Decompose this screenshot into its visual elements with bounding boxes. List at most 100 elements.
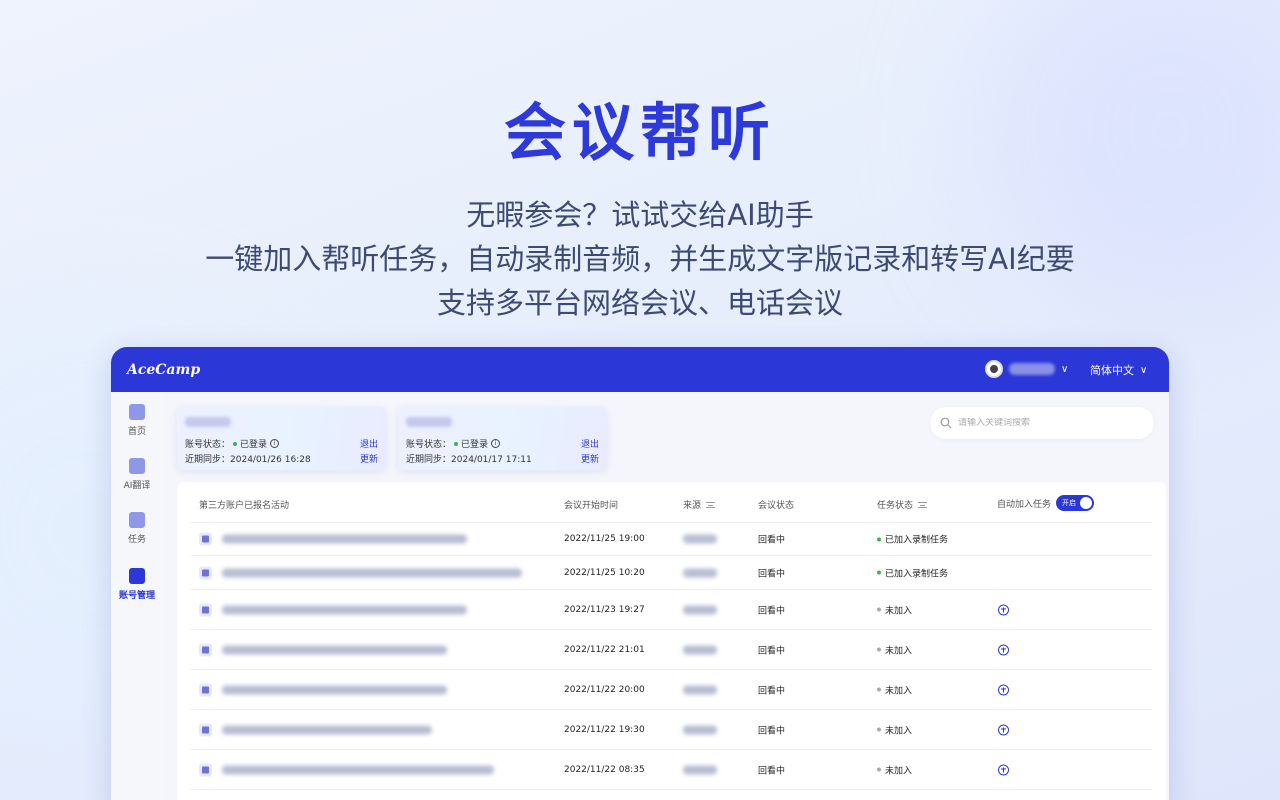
hero-title: 会议帮听 bbox=[503, 96, 776, 169]
source-cell bbox=[683, 725, 717, 734]
ai-translate-icon bbox=[129, 458, 145, 474]
event-title-blurred bbox=[222, 725, 432, 734]
hero-subtitle-line-1: 无暇参会？试试交给AI助手 bbox=[466, 198, 814, 232]
info-icon[interactable]: i bbox=[270, 439, 280, 448]
event-title-blurred bbox=[222, 685, 447, 694]
add-task-button[interactable] bbox=[998, 724, 1009, 735]
main-content: 账号状态： 已登录 i 近期同步：2024/01/26 16:28 退出 更新 … bbox=[163, 392, 1169, 800]
sync-time: 2024/01/26 16:28 bbox=[230, 455, 311, 465]
chevron-down-icon: ∨ bbox=[1140, 364, 1148, 376]
add-task-button[interactable] bbox=[998, 644, 1009, 655]
event-icon bbox=[199, 643, 212, 656]
add-task-button[interactable] bbox=[998, 604, 1009, 615]
status-dot bbox=[877, 607, 881, 612]
user-menu[interactable]: ∨ bbox=[985, 360, 1068, 378]
event-cell[interactable] bbox=[199, 723, 432, 736]
meeting-status-cell: 回看中 bbox=[758, 686, 786, 696]
status-dot bbox=[877, 537, 881, 541]
sidebar: 首页 AI翻译 任务 账号管理 bbox=[111, 392, 163, 800]
sidebar-item-label: 账号管理 bbox=[118, 591, 155, 601]
add-task-button[interactable] bbox=[998, 684, 1009, 695]
source-cell bbox=[683, 534, 717, 544]
hero-subtitle-line-3: 支持多平台网络会议、电话会议 bbox=[436, 286, 843, 320]
status-dot bbox=[454, 441, 459, 446]
task-status-cell: 未加入 bbox=[877, 723, 912, 736]
status-dot bbox=[877, 647, 881, 652]
task-status-cell: 未加入 bbox=[877, 643, 912, 656]
start-time-cell: 2022/11/22 08:35 bbox=[564, 764, 645, 775]
event-cell[interactable] bbox=[199, 763, 494, 776]
task-status-cell: 未加入 bbox=[877, 683, 912, 696]
language-label: 简体中文 bbox=[1090, 364, 1134, 377]
source-cell bbox=[683, 765, 717, 774]
meeting-status-cell: 回看中 bbox=[758, 646, 786, 656]
start-time-cell: 2022/11/22 21:01 bbox=[564, 644, 645, 655]
update-link[interactable]: 更新 bbox=[581, 452, 599, 465]
column-header-task-status[interactable]: 任务状态 bbox=[877, 498, 928, 511]
language-selector[interactable]: 简体中文 ∨ bbox=[1090, 362, 1147, 378]
task-status-text: 未加入 bbox=[885, 766, 913, 776]
events-table: 第三方账户已报名活动 会议开始时间 来源 会议状态 任务状态 自动加入任务 开启… bbox=[177, 482, 1166, 800]
update-link[interactable]: 更新 bbox=[360, 452, 378, 465]
source-cell bbox=[683, 568, 717, 577]
column-header-source[interactable]: 来源 bbox=[683, 498, 716, 511]
event-cell[interactable] bbox=[199, 683, 447, 696]
task-status-text: 已加入录制任务 bbox=[885, 569, 949, 579]
search-input[interactable] bbox=[958, 418, 1138, 428]
column-header-event: 第三方账户已报名活动 bbox=[199, 501, 290, 511]
filter-icon[interactable] bbox=[706, 501, 716, 508]
start-time-cell: 2022/11/25 19:00 bbox=[564, 534, 645, 544]
status-dot bbox=[877, 687, 881, 692]
task-status-text: 未加入 bbox=[885, 646, 913, 656]
event-title-blurred bbox=[222, 645, 447, 654]
sidebar-item-account-management[interactable]: 账号管理 bbox=[111, 568, 163, 601]
auto-join-toggle[interactable]: 开启 bbox=[1056, 495, 1095, 511]
task-status-cell: 未加入 bbox=[877, 603, 912, 616]
start-time-cell: 2022/11/23 19:27 bbox=[564, 604, 645, 615]
event-cell[interactable] bbox=[199, 643, 447, 656]
search-icon bbox=[940, 417, 952, 429]
event-cell[interactable] bbox=[199, 603, 467, 616]
task-status-text: 已加入录制任务 bbox=[885, 535, 949, 546]
add-task-button[interactable] bbox=[998, 764, 1009, 775]
plus-circle-icon bbox=[998, 724, 1009, 735]
filter-icon[interactable] bbox=[918, 501, 928, 508]
meeting-status-cell: 回看中 bbox=[758, 606, 786, 616]
plus-circle-icon bbox=[998, 764, 1009, 775]
event-icon bbox=[199, 763, 212, 776]
logout-link[interactable]: 退出 bbox=[360, 437, 378, 450]
account-management-icon bbox=[129, 568, 145, 584]
source-blurred bbox=[683, 725, 717, 734]
column-header-source-label: 来源 bbox=[683, 501, 702, 511]
column-header-auto-join: 自动加入任务 开启 bbox=[997, 495, 1095, 511]
source-cell bbox=[683, 605, 717, 614]
plus-circle-icon bbox=[998, 684, 1009, 695]
sidebar-item-label: AI翻译 bbox=[123, 481, 151, 491]
event-title-blurred bbox=[222, 568, 522, 577]
status-label: 账号状态： bbox=[185, 440, 231, 450]
task-status-cell: 已加入录制任务 bbox=[877, 533, 948, 546]
sidebar-item-task[interactable]: 任务 bbox=[111, 512, 163, 545]
plus-circle-icon bbox=[998, 604, 1009, 615]
source-cell bbox=[683, 645, 717, 654]
chevron-down-icon: ∨ bbox=[1061, 363, 1069, 375]
search-box[interactable] bbox=[930, 407, 1154, 439]
sidebar-item-home[interactable]: 首页 bbox=[111, 404, 163, 437]
source-blurred bbox=[683, 534, 717, 544]
event-cell[interactable] bbox=[199, 566, 522, 579]
sidebar-item-ai-translate[interactable]: AI翻译 bbox=[111, 458, 163, 491]
event-icon bbox=[199, 532, 212, 546]
logout-link[interactable]: 退出 bbox=[581, 437, 599, 450]
event-cell[interactable] bbox=[199, 532, 467, 546]
event-title-blurred bbox=[222, 765, 494, 774]
app-window: AceCamp ∨ 简体中文 ∨ 首页 AI翻译 任务 账号管理 账号状态： 已… bbox=[111, 347, 1169, 800]
account-card: 账号状态： 已登录 i 近期同步：2024/01/26 16:28 退出 更新 bbox=[177, 407, 386, 470]
column-header-auto-join-label: 自动加入任务 bbox=[997, 499, 1052, 510]
sync-label: 近期同步： bbox=[185, 455, 231, 465]
source-blurred bbox=[683, 568, 717, 577]
info-icon[interactable]: i bbox=[491, 439, 501, 448]
event-title-blurred bbox=[222, 605, 467, 614]
start-time-cell: 2022/11/22 19:30 bbox=[564, 724, 645, 735]
account-name-blurred bbox=[185, 417, 231, 427]
meeting-status-cell: 回看中 bbox=[758, 535, 786, 546]
